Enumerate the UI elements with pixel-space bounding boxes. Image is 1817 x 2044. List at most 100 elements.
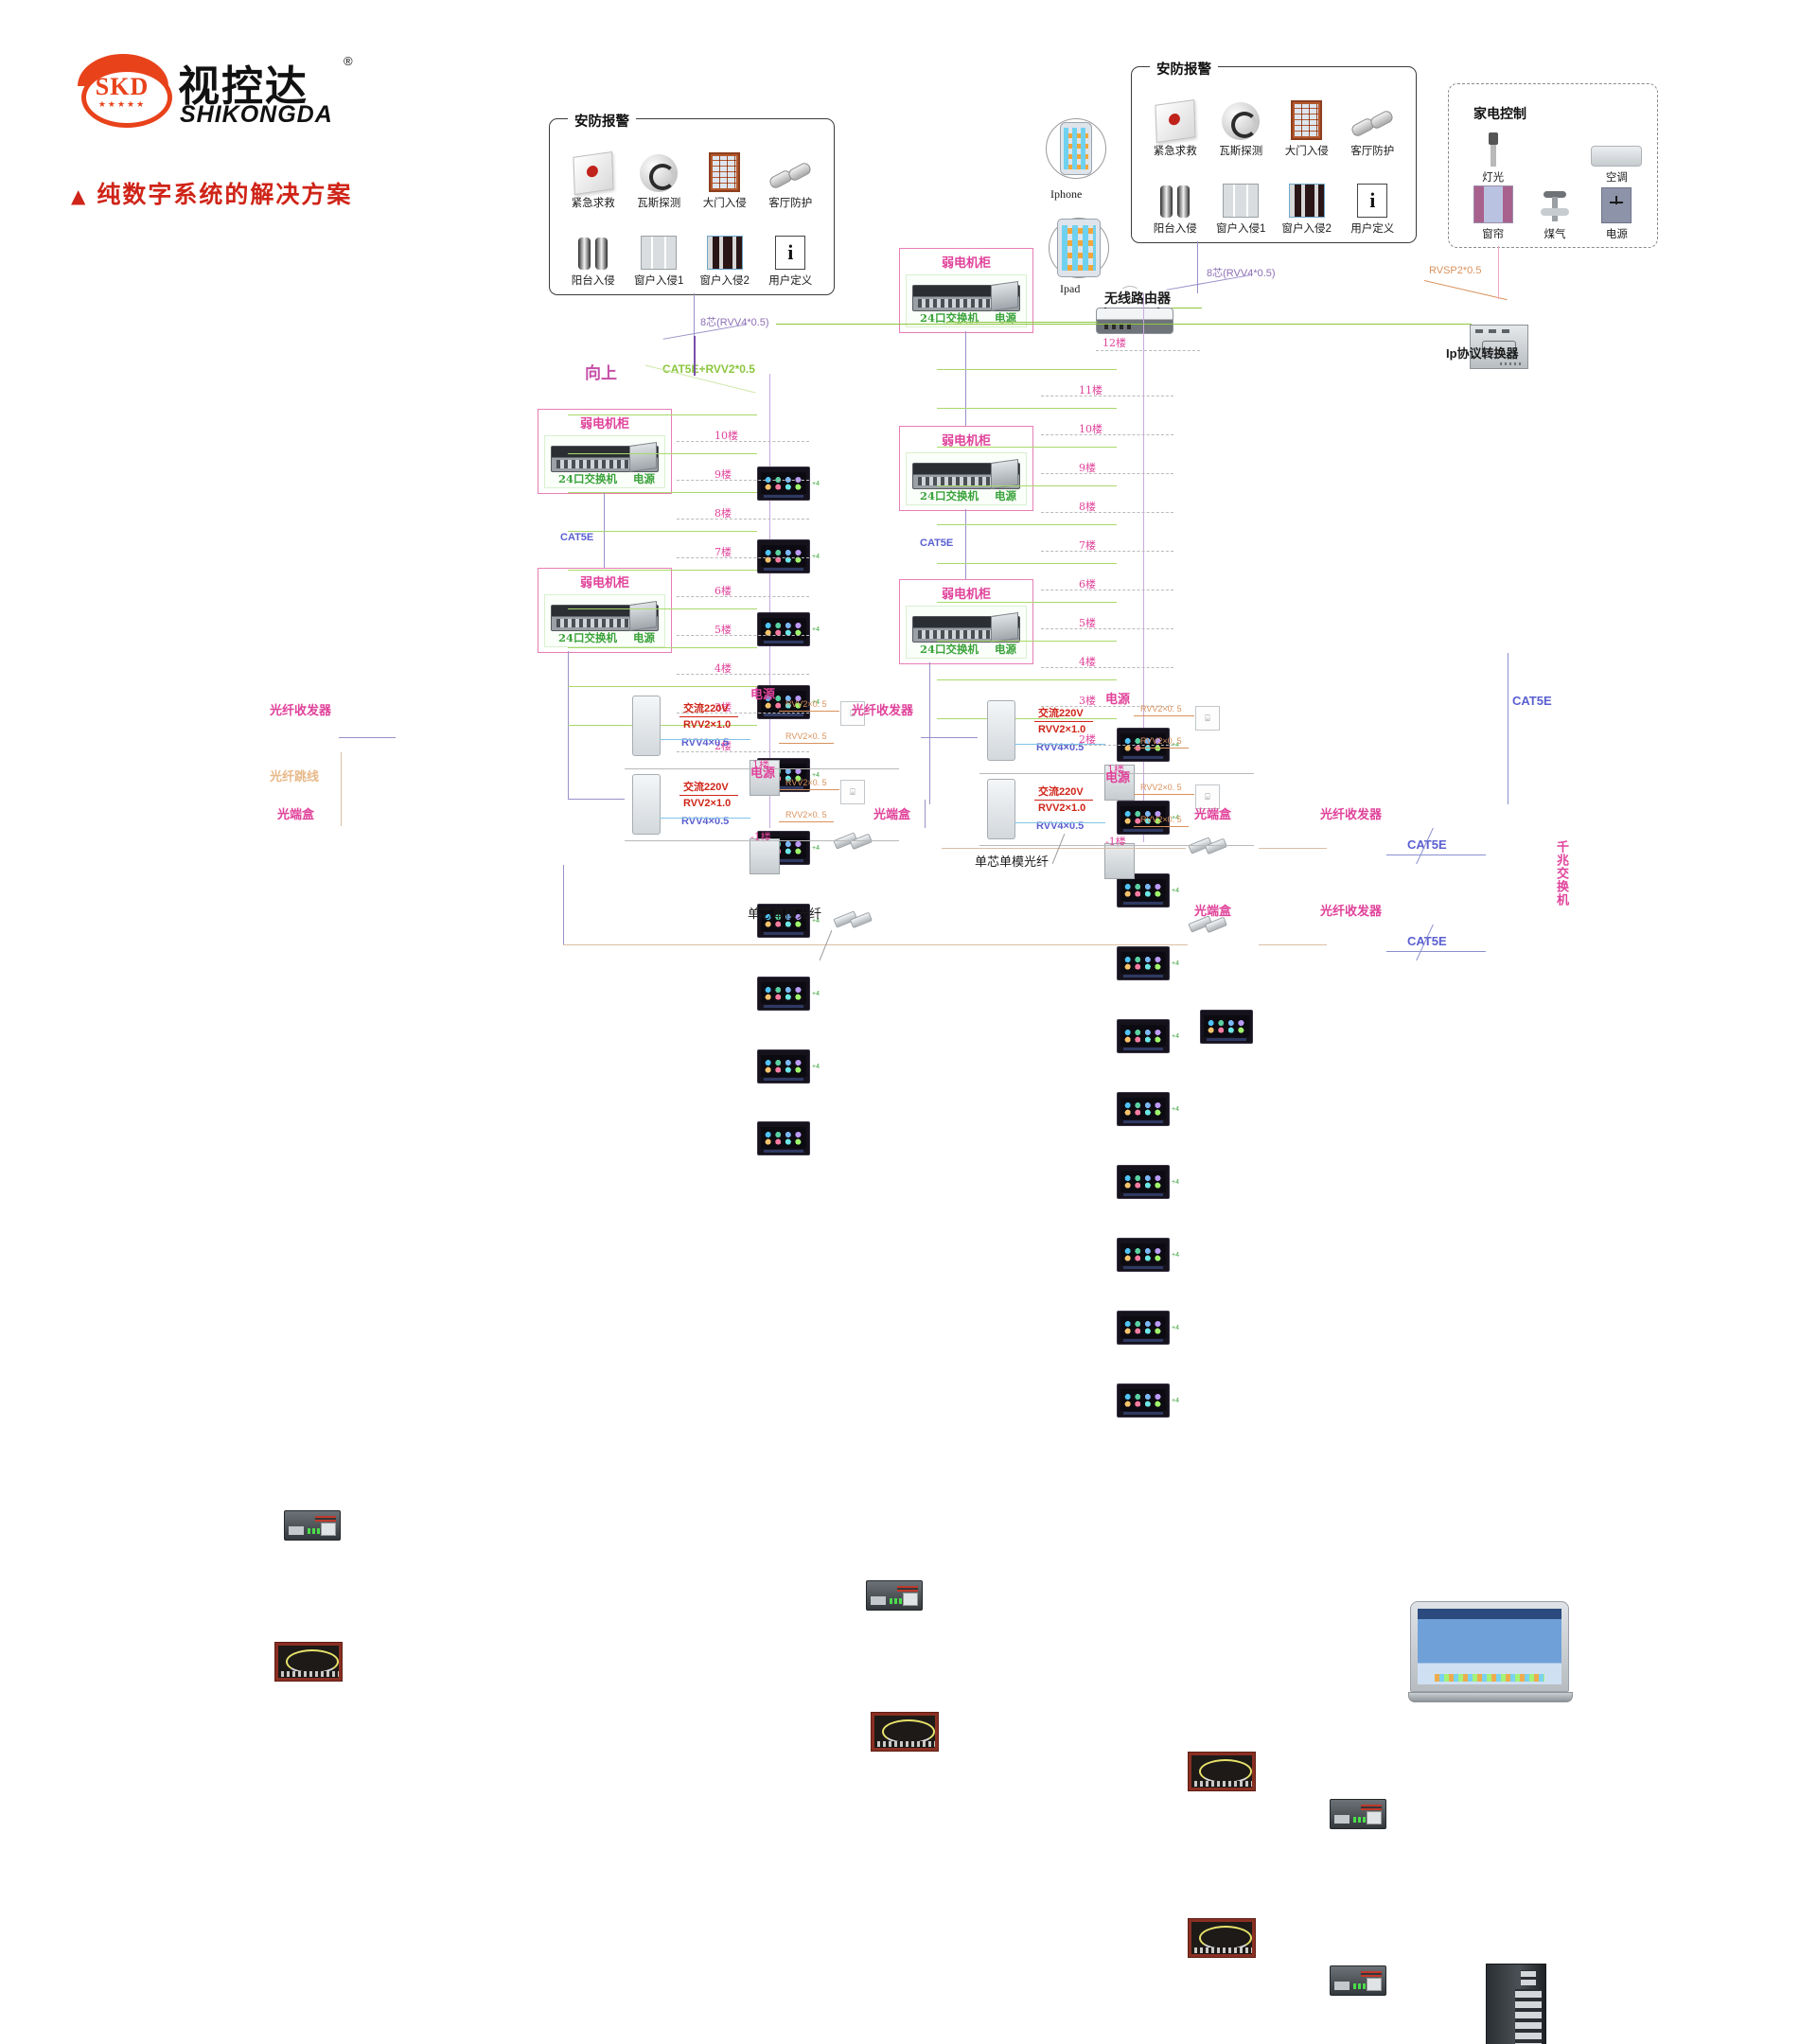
media-converter-left[interactable] [284,1510,341,1541]
indoor-monitor[interactable]: +4 [757,612,820,646]
cable-label-cat5e-laptop: CAT5E [1512,694,1552,708]
indoor-monitor[interactable]: +4 [1117,1238,1179,1272]
door-station[interactable] [987,700,1015,761]
cable-label-rvv2-05-b: RVV2×0. 5 [1140,815,1182,824]
media-converter-row2[interactable] [1330,1965,1386,1996]
indoor-monitor-left-top[interactable] [757,1121,810,1155]
floor-network-link [568,570,757,571]
odf-inner [278,1646,339,1678]
device-living-room-beam[interactable]: 客厅防护 [1340,80,1406,158]
door-station[interactable] [632,696,661,756]
media-converter-row1[interactable] [1330,1799,1386,1829]
skd-logo-mark: SKD ★★★★★ [76,54,172,128]
magnetic-lock[interactable] [833,907,873,933]
floor-divider [1041,667,1173,668]
cabinet-left-lower[interactable]: 弱电机柜 24口交换机 电源 [538,568,672,653]
wall-switch-plate[interactable]: ⌸ [1195,706,1220,731]
device-balcony[interactable]: 阳台入侵 [560,210,626,288]
odf-box-left[interactable] [274,1642,343,1682]
cable-label-rvsp2: RVSP2*0.5 [1429,265,1482,276]
odf-box-right[interactable] [871,1712,939,1752]
monitor-screen [761,1055,806,1077]
ac220-underline [1034,800,1093,801]
magnetic-lock[interactable] [833,828,873,855]
cable-label-rvv2-05-a: RVV2×0. 5 [785,778,827,787]
floor-network-link [937,408,1117,409]
fiber-trunk-upper [942,848,1186,849]
monitor-port-tag: +4 [1172,960,1179,968]
media-converter-left-link [339,737,396,738]
indoor-monitor[interactable]: +4 [1117,1383,1179,1418]
gigabit-switch[interactable] [1486,1964,1546,2044]
device-label: 窗户入侵2 [1281,223,1332,235]
indoor-monitor[interactable]: +4 [1117,1311,1179,1345]
device-label: 用户定义 [1350,223,1395,235]
device-main-door[interactable]: 大门入侵 [692,132,758,210]
cabinet-right-top[interactable]: 弱电机柜 24口交换机 电源 [899,248,1033,333]
ipad-device[interactable] [1049,218,1109,278]
device-living-room-beam[interactable]: 客厅防护 [758,132,824,210]
ground-block-left: 交流220V RVV2×1.0 RVV4×0.5 电源 RVV2×0. 5 RV… [625,688,873,851]
indoor-monitor[interactable]: +4 [1117,1092,1179,1126]
media-converter-right[interactable] [866,1580,923,1611]
iphone-device[interactable] [1046,118,1106,179]
device-air-conditioner[interactable]: 空调 [1586,128,1648,185]
indoor-monitor[interactable]: +4 [757,1049,820,1084]
monitor-statusbar [1207,1038,1246,1041]
device-lamp[interactable]: 灯光 [1462,128,1524,185]
floor-divider [677,596,809,597]
floor-network-link [568,608,757,609]
home-control-title: 家电控制 [1473,106,1526,121]
indoor-monitor[interactable]: +4 [1117,1165,1179,1199]
odf-box-row1[interactable] [1188,1752,1256,1791]
device-balcony[interactable]: 阳台入侵 [1142,158,1208,236]
door-station[interactable] [632,774,661,835]
wireless-router[interactable] [1096,293,1173,334]
device-gas-valve[interactable]: 煤气 [1524,185,1585,241]
cabinet-left-upper[interactable]: 弱电机柜 24口交换机 电源 [538,409,672,494]
odf-label-row2: 光端盒 [1194,905,1232,919]
indoor-monitor[interactable]: +4 [1117,1019,1179,1053]
converter-rj45-port [1367,1978,1382,1991]
device-panic-button[interactable]: 紧急求救 [560,132,626,210]
cabinet-right-middle[interactable]: 弱电机柜 24口交换机 电源 [899,426,1033,511]
indoor-monitor[interactable]: +4 [1117,946,1179,980]
device-user-defined[interactable]: i 用户定义 [758,210,824,288]
odf-label-left: 光端盒 [277,808,315,822]
device-user-defined[interactable]: i 用户定义 [1340,158,1406,236]
device-window-1[interactable]: 窗户入侵1 [1208,158,1275,236]
monitor-port-tag: +4 [1172,1179,1179,1187]
psu-label-basement: 电源 [750,766,776,781]
device-label: 灯光 [1482,172,1505,184]
odf-left-riser-link [341,752,342,826]
indoor-monitor[interactable]: +4 [757,467,820,501]
router-label: 无线路由器 [1103,289,1173,308]
psu-icon [991,611,1018,643]
device-gas-detector[interactable]: 瓦斯探测 [626,132,693,210]
device-curtain[interactable]: 窗帘 [1462,185,1524,241]
wall-switch-plate[interactable]: ⌸ [840,780,865,804]
device-window-2[interactable]: 窗户入侵2 [692,210,758,288]
device-window-2[interactable]: 窗户入侵2 [1274,158,1340,236]
device-label: 窗帘 [1482,229,1505,240]
cabinet-title: 弱电机柜 [579,576,629,590]
odf-box-row2[interactable] [1188,1918,1256,1958]
device-window-1[interactable]: 窗户入侵1 [626,210,693,288]
magnetic-lock[interactable] [1188,833,1227,859]
device-power-socket[interactable]: 电源 [1586,185,1648,241]
cabinet-right-lower[interactable]: 弱电机柜 24口交换机 电源 [899,579,1033,664]
indoor-monitor[interactable]: +4 [757,977,820,1011]
monitor-port-tag: +4 [1172,1398,1179,1405]
cable-to-converter-vertical [1498,246,1499,299]
indoor-monitor[interactable]: +4 [757,539,820,573]
cable-label-rvv2-05-a: RVV2×0. 5 [1140,783,1182,792]
doorstation-to-psu-line [660,818,750,819]
device-gas-detector[interactable]: 瓦斯探测 [1208,80,1275,158]
monitor-statusbar [1123,1266,1163,1269]
door-station[interactable] [987,779,1015,839]
laptop-computer[interactable] [1408,1601,1573,1705]
device-main-door[interactable]: 大门入侵 [1274,80,1340,158]
indoor-monitor-top[interactable] [1200,1010,1253,1044]
monitor-screen [761,1127,806,1149]
device-panic-button[interactable]: 紧急求救 [1142,80,1208,158]
